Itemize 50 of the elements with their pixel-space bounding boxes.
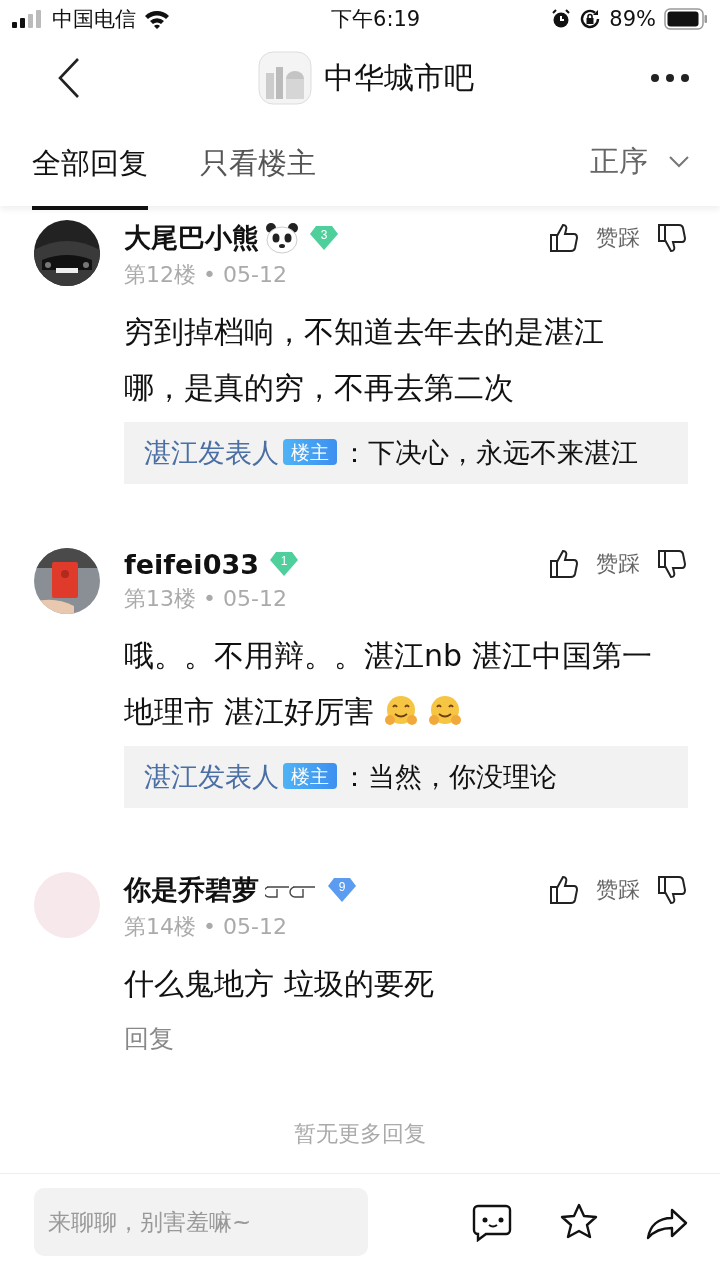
panda-icon <box>265 222 299 254</box>
thumbs-up-icon[interactable] <box>548 874 580 906</box>
reply-text: ：当然，你没理论 <box>341 761 557 792</box>
vote-label: 赞踩 <box>596 876 640 904</box>
comment-text: 哦。。不用辩。。湛江nb 湛江中国第一地理市 湛江好厉害 <box>124 637 653 731</box>
level-badge: 3 <box>309 224 339 252</box>
owner-badge: 楼主 <box>283 763 337 789</box>
level-badge: 1 <box>269 550 299 578</box>
forum-title: 中华城市吧 <box>324 58 474 97</box>
battery-percent: 89% <box>609 7 656 31</box>
rotation-lock-icon <box>579 8 602 30</box>
thumbs-down-icon[interactable] <box>656 874 688 906</box>
floor-and-date: 第13楼 • 05-12 <box>124 585 288 613</box>
user-name[interactable]: feifei033 <box>124 548 259 580</box>
thumbs-up-icon[interactable] <box>548 222 580 254</box>
level-badge: 9 <box>327 876 357 904</box>
back-icon[interactable] <box>56 57 82 99</box>
reply-text: ：下决心，永远不来湛江 <box>341 437 638 468</box>
floor-and-date: 第14楼 • 05-12 <box>124 913 288 941</box>
floor-and-date: 第12楼 • 05-12 <box>124 261 288 289</box>
end-note: 暂无更多回复 <box>294 1120 426 1148</box>
comment-input[interactable]: 来聊聊，别害羞嘛~ <box>34 1188 368 1256</box>
chat-icon[interactable] <box>472 1202 514 1242</box>
tab[interactable]: 全部回复 <box>32 122 148 210</box>
chevron-down-icon <box>668 155 690 169</box>
sort-button[interactable]: 正序 <box>590 142 690 182</box>
reply-author[interactable]: 湛江发表人 <box>144 437 279 468</box>
thumbs-up-icon[interactable] <box>548 548 580 580</box>
vote-label: 赞踩 <box>596 224 640 252</box>
alarm-icon <box>551 9 572 29</box>
forum-logo-icon <box>258 51 312 105</box>
user-name[interactable]: 大尾巴小熊 <box>124 220 259 256</box>
wifi-icon <box>144 9 170 29</box>
signal-icon <box>12 10 44 28</box>
hugging-face-icon <box>427 694 462 728</box>
comment-text: 什么鬼地方 垃圾的要死 <box>124 965 435 1003</box>
more-icon[interactable] <box>650 73 690 83</box>
thumbs-down-icon[interactable] <box>656 548 688 580</box>
hugging-face-icon <box>383 694 418 728</box>
carrier-name: 中国电信 <box>52 6 136 33</box>
vote-label: 赞踩 <box>596 550 640 578</box>
comment-text: 穷到掉档响，不知道去年去的是湛江哪，是真的穷，不再去第二次 <box>124 313 605 407</box>
battery-icon <box>664 8 708 30</box>
reply-link[interactable]: 回复 <box>124 1022 174 1055</box>
thumbs-down-icon[interactable] <box>656 222 688 254</box>
reply-author[interactable]: 湛江发表人 <box>144 761 279 792</box>
user-name[interactable]: 你是乔碧萝 <box>124 872 259 908</box>
clock: 下午6:19 <box>331 6 421 33</box>
tab[interactable]: 只看楼主 <box>200 122 316 210</box>
owner-badge: 楼主 <box>283 439 337 465</box>
